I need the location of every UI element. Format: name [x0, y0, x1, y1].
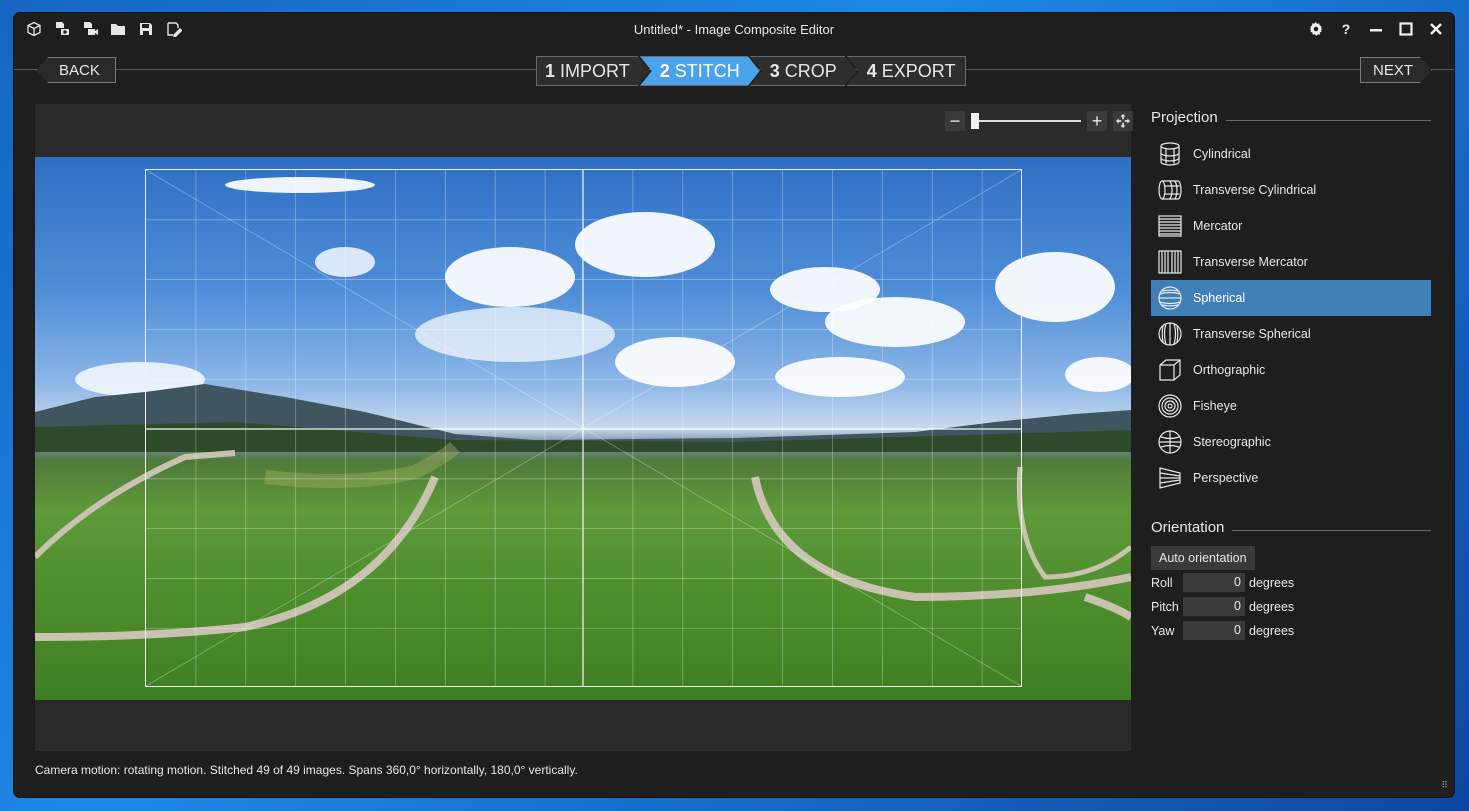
projection-label: Fisheye	[1193, 399, 1237, 413]
app-window: Untitled* - Image Composite Editor ? BAC…	[14, 13, 1454, 797]
preview-canvas: − +	[35, 104, 1133, 751]
step-label: EXPORT	[881, 60, 956, 81]
zoom-slider-track	[971, 120, 1081, 122]
projection-label: Cylindrical	[1193, 147, 1251, 161]
close-icon[interactable]	[1428, 20, 1444, 38]
panorama-preview-image[interactable]	[35, 157, 1131, 700]
help-icon[interactable]: ?	[1338, 20, 1354, 38]
zoom-controls: − +	[945, 111, 1133, 131]
title-bar: Untitled* - Image Composite Editor ?	[14, 13, 1454, 47]
roll-unit: degrees	[1249, 575, 1295, 590]
perspective-icon	[1157, 465, 1183, 491]
step-import[interactable]: 1 IMPORT	[536, 56, 650, 86]
cylindrical-icon	[1157, 141, 1183, 167]
projection-label: Orthographic	[1193, 363, 1266, 377]
stereographic-icon	[1157, 429, 1183, 455]
spherical-icon	[1157, 285, 1183, 311]
step-number: 4	[866, 60, 877, 81]
roll-input[interactable]: 0	[1183, 573, 1245, 592]
roll-label: Roll	[1151, 575, 1173, 590]
resize-grip-icon[interactable]: ⠿	[1441, 780, 1448, 791]
step-number: 2	[659, 60, 670, 81]
auto-orientation-button[interactable]: Auto orientation	[1151, 546, 1255, 570]
step-crop[interactable]: 3 CROP	[750, 56, 857, 86]
step-stitch[interactable]: 2 STITCH	[640, 56, 760, 86]
step-label: CROP	[784, 60, 837, 81]
window-title: Untitled* - Image Composite Editor	[633, 22, 835, 37]
status-bar-text: Camera motion: rotating motion. Stitched…	[35, 763, 578, 777]
grid-overlay	[146, 170, 1021, 686]
pitch-row: Pitch 0 degrees	[1151, 595, 1431, 618]
step-label: STITCH	[674, 60, 740, 81]
minimize-icon[interactable]	[1368, 20, 1384, 38]
step-number: 3	[769, 60, 780, 81]
zoom-out-button[interactable]: −	[945, 111, 965, 131]
projection-fisheye[interactable]: Fisheye	[1151, 388, 1431, 424]
step-label: IMPORT	[560, 60, 630, 81]
fit-to-window-icon[interactable]	[1113, 111, 1133, 131]
next-button[interactable]: NEXT	[1360, 57, 1432, 83]
projection-spherical[interactable]: Spherical	[1151, 280, 1431, 316]
projection-label: Perspective	[1193, 471, 1259, 485]
divider	[1225, 119, 1431, 121]
settings-panel: Projection Cylindrical Transverse Cylind…	[1151, 106, 1431, 642]
crop-frame[interactable]	[145, 169, 1022, 687]
orientation-section-header: Orientation	[1151, 516, 1431, 538]
projection-transverse-mercator[interactable]: Transverse Mercator	[1151, 244, 1431, 280]
projection-label: Mercator	[1193, 219, 1243, 233]
step-export[interactable]: 4 EXPORT	[846, 56, 967, 86]
next-label: NEXT	[1373, 61, 1414, 79]
projection-transverse-cylindrical[interactable]: Transverse Cylindrical	[1151, 172, 1431, 208]
workflow-steps: 1 IMPORT 2 STITCH 3 CROP 4 EXPORT	[536, 56, 967, 86]
roll-row: Roll 0 degrees	[1151, 571, 1431, 594]
projection-label: Stereographic	[1193, 435, 1271, 449]
orientation-section: Orientation Auto orientation Roll 0 degr…	[1151, 516, 1431, 642]
transverse-mercator-icon	[1157, 249, 1183, 275]
projection-label: Transverse Cylindrical	[1193, 183, 1317, 197]
projection-heading: Projection	[1151, 108, 1218, 126]
yaw-row: Yaw 0 degrees	[1151, 619, 1431, 642]
yaw-label: Yaw	[1151, 623, 1175, 638]
projection-orthographic[interactable]: Orthographic	[1151, 352, 1431, 388]
maximize-icon[interactable]	[1398, 20, 1414, 38]
projection-cylindrical[interactable]: Cylindrical	[1151, 136, 1431, 172]
fisheye-icon	[1157, 393, 1183, 419]
orthographic-icon	[1157, 357, 1183, 383]
zoom-in-button[interactable]: +	[1087, 111, 1107, 131]
step-number: 1	[545, 60, 556, 81]
orientation-heading: Orientation	[1151, 518, 1225, 536]
projection-label: Spherical	[1193, 291, 1246, 305]
projection-label: Transverse Spherical	[1193, 327, 1311, 341]
back-label: BACK	[59, 61, 100, 79]
settings-gear-icon[interactable]	[1308, 20, 1324, 38]
projection-transverse-spherical[interactable]: Transverse Spherical	[1151, 316, 1431, 352]
mercator-icon	[1157, 213, 1183, 239]
pitch-input[interactable]: 0	[1183, 597, 1245, 616]
zoom-slider[interactable]	[971, 111, 1081, 131]
transverse-cylindrical-icon	[1157, 177, 1183, 203]
projection-section-header: Projection	[1151, 106, 1431, 128]
yaw-input[interactable]: 0	[1183, 621, 1245, 640]
divider	[1232, 529, 1431, 531]
projection-stereographic[interactable]: Stereographic	[1151, 424, 1431, 460]
projection-list: Cylindrical Transverse Cylindrical Merca…	[1151, 136, 1431, 496]
yaw-unit: degrees	[1249, 623, 1295, 638]
transverse-spherical-icon	[1157, 321, 1183, 347]
projection-mercator[interactable]: Mercator	[1151, 208, 1431, 244]
zoom-slider-thumb[interactable]	[971, 113, 979, 129]
projection-perspective[interactable]: Perspective	[1151, 460, 1431, 496]
projection-label: Transverse Mercator	[1193, 255, 1308, 269]
back-button[interactable]: BACK	[36, 57, 116, 83]
pitch-unit: degrees	[1249, 599, 1295, 614]
pitch-label: Pitch	[1151, 599, 1179, 614]
window-controls: ?	[1308, 20, 1444, 38]
